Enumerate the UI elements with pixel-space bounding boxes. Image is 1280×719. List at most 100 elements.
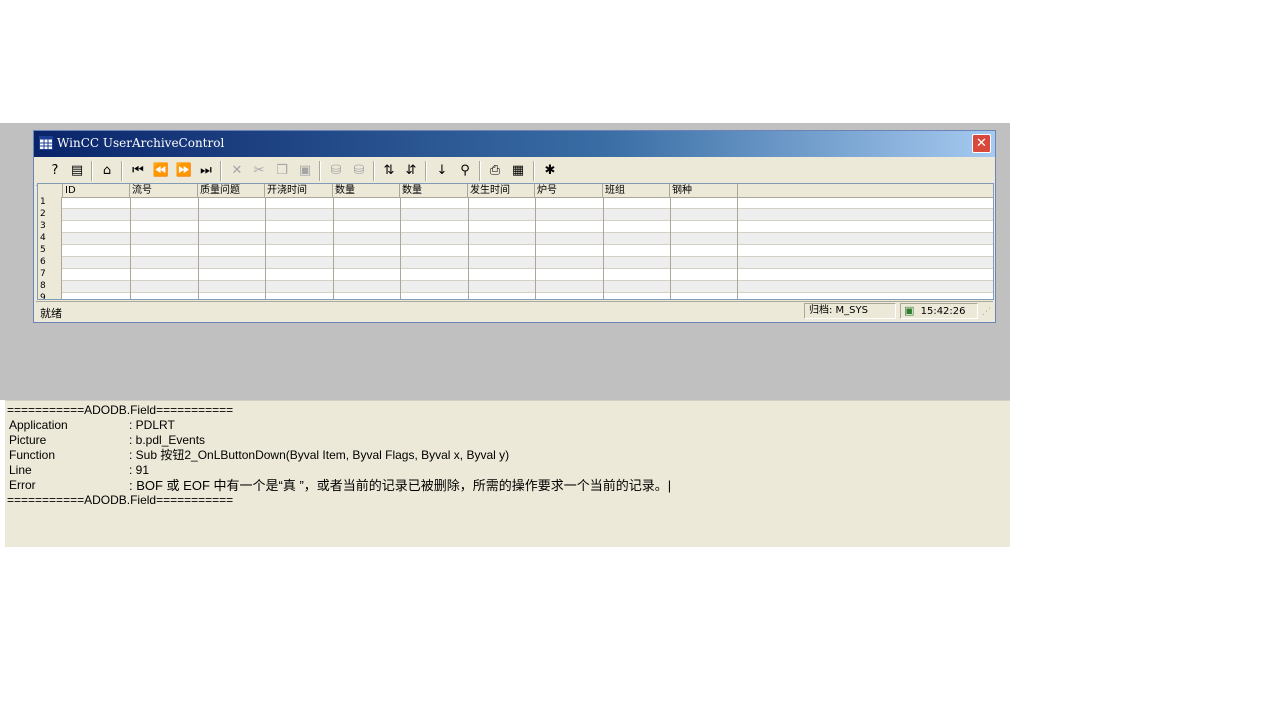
properties-icon[interactable]: ▤ [68, 162, 86, 180]
column-header[interactable]: 数量 [333, 184, 400, 197]
table-row[interactable]: 5 [38, 245, 993, 257]
table-icon [39, 136, 53, 150]
row-number: 3 [38, 221, 62, 233]
log-entry: Application : PDLRT [7, 418, 1007, 433]
column-divider [737, 197, 738, 299]
archive-table[interactable]: ID 流号 质量问题 开浇时间 数量 数量 发生时间 炉号 班组 钢种 1 2 … [37, 183, 994, 300]
column-divider [603, 197, 604, 299]
write-tags-icon[interactable]: ⇵ [402, 162, 420, 180]
selection-icon[interactable]: ⚲ [456, 162, 474, 180]
sort-icon[interactable]: ↓ [433, 162, 451, 180]
log-entry: Function : Sub 按钮2_OnLButtonDown(Byval I… [7, 448, 1007, 463]
cut-icon[interactable]: ✂ [250, 162, 268, 180]
archive-name: 归档: M_SYS [809, 305, 868, 316]
table-row[interactable]: 9 [38, 293, 993, 299]
row-number: 8 [38, 281, 62, 293]
row-number: 9 [38, 293, 62, 299]
column-header[interactable]: 流号 [130, 184, 198, 197]
archive-panel: 归档: M_SYS [804, 303, 896, 319]
column-header[interactable]: 炉号 [535, 184, 603, 197]
report-icon[interactable]: ▦ [509, 162, 527, 180]
log-label: Picture [9, 433, 47, 447]
status-bar: 就绪 归档: M_SYS ▣ 15:42:26 ⋰ [36, 301, 993, 321]
network-icon: ▣ [904, 304, 915, 317]
column-divider [333, 197, 334, 299]
toolbar-separator [425, 161, 427, 181]
log-value: : b.pdl_Events [129, 433, 206, 447]
window-title: WinCC UserArchiveControl [57, 136, 225, 150]
log-label: Error [9, 478, 36, 492]
table-row[interactable]: 6 [38, 257, 993, 269]
column-divider [400, 197, 401, 299]
column-divider [130, 197, 131, 299]
title-bar[interactable]: WinCC UserArchiveControl ✕ [34, 131, 995, 157]
delete-icon[interactable]: ✕ [228, 162, 246, 180]
log-label: Function [9, 448, 56, 462]
copy-icon[interactable]: ❐ [273, 162, 291, 180]
toolbar: ? ▤ ⌂ ⏮ ⏪ ⏩ ⏭ ✕ ✂ ❐ ▣ ⛁ ⛁ ⇅ ⇵ ↓ ⚲ ⎙ ▦ ✱ [36, 158, 993, 186]
column-header[interactable]: 班组 [603, 184, 670, 197]
column-divider [670, 197, 671, 299]
log-value: : Sub 按钮2_OnLButtonDown(Byval Item, Byva… [129, 448, 510, 462]
column-header[interactable]: ID [63, 184, 130, 197]
log-entry: Picture : b.pdl_Events [7, 433, 1007, 448]
error-log-panel[interactable]: ===========ADODB.Field=========== Applic… [5, 400, 1010, 547]
help-icon[interactable]: ? [46, 162, 64, 180]
table-row[interactable]: 2 [38, 209, 993, 221]
last-record-icon[interactable]: ⏭ [197, 162, 215, 180]
toolbar-separator [479, 161, 481, 181]
column-divider [468, 197, 469, 299]
log-value: : BOF 或 EOF 中有一个是“真 ”，或者当前的记录已被删除，所需的操作要… [129, 478, 672, 493]
toolbar-separator [220, 161, 222, 181]
column-header[interactable]: 发生时间 [468, 184, 535, 197]
time-panel: ▣ 15:42:26 [900, 303, 978, 319]
log-label: Application [9, 418, 68, 432]
previous-record-icon[interactable]: ⏪ [152, 162, 170, 180]
import-icon[interactable]: ⛁ [327, 162, 345, 180]
next-record-icon[interactable]: ⏩ [175, 162, 193, 180]
paste-icon[interactable]: ▣ [296, 162, 314, 180]
column-divider [535, 197, 536, 299]
table-row[interactable]: 7 [38, 269, 993, 281]
column-header[interactable]: 质量问题 [198, 184, 265, 197]
clock-time: 15:42:26 [920, 306, 966, 317]
row-number: 7 [38, 269, 62, 281]
log-label: Line [9, 463, 32, 477]
toolbar-separator [533, 161, 535, 181]
log-value: : PDLRT [129, 418, 175, 432]
column-header[interactable]: 数量 [400, 184, 468, 197]
row-number: 5 [38, 245, 62, 257]
log-entry: Error : BOF 或 EOF 中有一个是“真 ”，或者当前的记录已被删除，… [7, 478, 1007, 493]
toolbar-separator [373, 161, 375, 181]
column-header[interactable]: 开浇时间 [265, 184, 333, 197]
print-icon[interactable]: ⎙ [486, 162, 504, 180]
column-divider [265, 197, 266, 299]
close-button[interactable]: ✕ [972, 134, 991, 153]
log-entry: Line : 91 [7, 463, 1007, 478]
close-icon: ✕ [976, 136, 987, 151]
open-archive-icon[interactable]: ⌂ [98, 162, 116, 180]
row-number: 6 [38, 257, 62, 269]
column-divider [198, 197, 199, 299]
status-text: 就绪 [40, 307, 62, 320]
first-record-icon[interactable]: ⏮ [129, 162, 147, 180]
table-row[interactable]: 8 [38, 281, 993, 293]
toolbar-separator [91, 161, 93, 181]
row-number: 1 [38, 197, 62, 209]
export-icon[interactable]: ⛁ [350, 162, 368, 180]
table-row[interactable]: 4 [38, 233, 993, 245]
table-row[interactable]: 1 [38, 197, 993, 209]
timebase-icon[interactable]: ✱ [541, 162, 559, 180]
table-row[interactable]: 3 [38, 221, 993, 233]
resize-grip-icon[interactable]: ⋰ [982, 307, 991, 317]
row-number: 2 [38, 209, 62, 221]
row-number: 4 [38, 233, 62, 245]
toolbar-separator [319, 161, 321, 181]
log-footer: ===========ADODB.Field=========== [7, 493, 234, 507]
corner-cell [38, 184, 63, 197]
toolbar-separator [121, 161, 123, 181]
log-header: ===========ADODB.Field=========== [7, 403, 234, 417]
read-tags-icon[interactable]: ⇅ [380, 162, 398, 180]
column-header[interactable]: 钢种 [670, 184, 738, 197]
log-value: : 91 [129, 463, 150, 477]
